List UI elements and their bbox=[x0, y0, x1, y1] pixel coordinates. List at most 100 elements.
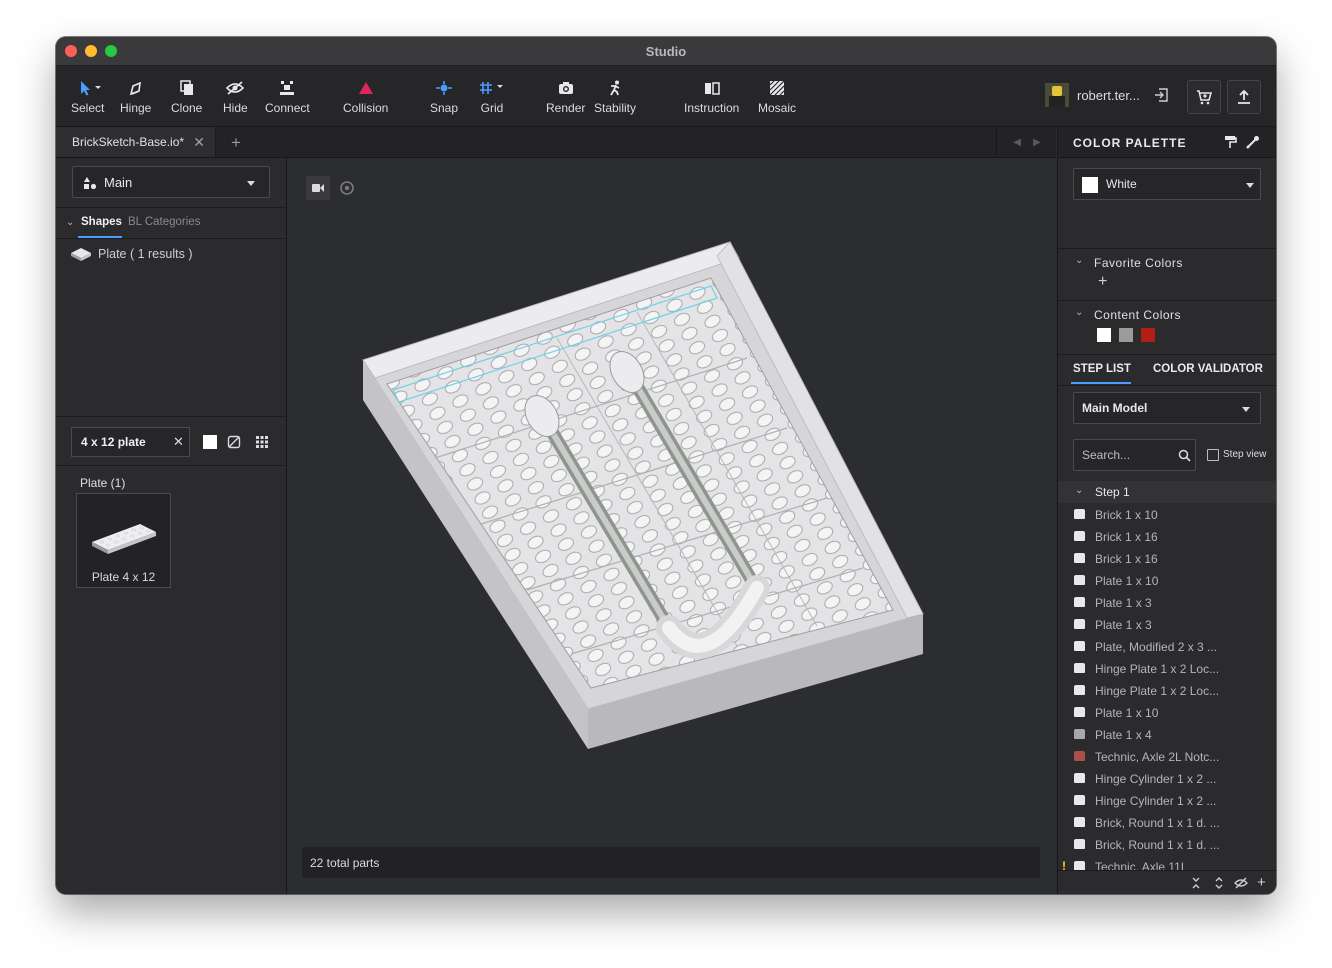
tab-step-list[interactable]: STEP LIST bbox=[1073, 363, 1131, 375]
color-palette-header: COLOR PALETTE bbox=[1058, 127, 1276, 158]
step-1-header[interactable]: ⌄ Step 1 bbox=[1058, 481, 1276, 503]
cart-button[interactable] bbox=[1187, 80, 1221, 114]
step-model-dropdown[interactable]: Main Model bbox=[1073, 392, 1261, 424]
step-part-item[interactable]: Plate 1 x 3 bbox=[1058, 592, 1276, 614]
brick-icon bbox=[1074, 509, 1085, 519]
chevron-down-icon[interactable]: ⌄ bbox=[66, 217, 74, 228]
logout-icon[interactable] bbox=[1154, 88, 1168, 102]
user-account[interactable]: robert.ter... bbox=[1045, 83, 1168, 107]
content-colors-section: ⌄ Content Colors bbox=[1058, 300, 1276, 353]
chevron-down-icon[interactable]: ⌄ bbox=[1075, 307, 1083, 318]
content-color-swatch[interactable] bbox=[1141, 328, 1155, 342]
mosaic-icon bbox=[769, 80, 785, 96]
step-part-item[interactable]: Hinge Plate 1 x 2 Loc... bbox=[1058, 680, 1276, 702]
eyedropper-icon[interactable] bbox=[1246, 135, 1260, 149]
stability-tool-button[interactable]: Stability bbox=[594, 80, 636, 115]
studio-window: Studio Select Hinge Clone Hide Connect C… bbox=[56, 37, 1276, 894]
tab-scroll-right-icon[interactable]: ▶ bbox=[1033, 137, 1041, 148]
chevron-down-icon bbox=[1242, 407, 1250, 412]
hinge-tool-button[interactable]: Hinge bbox=[120, 80, 151, 115]
user-name: robert.ter... bbox=[1077, 87, 1140, 103]
hide-tool-label: Hide bbox=[223, 101, 248, 115]
step-part-item[interactable]: Hinge Plate 1 x 2 Loc... bbox=[1058, 658, 1276, 680]
brick-model-render[interactable] bbox=[287, 158, 1056, 894]
brick-icon bbox=[1074, 795, 1085, 805]
step-part-item[interactable]: Plate 1 x 10 bbox=[1058, 702, 1276, 724]
step-part-item[interactable]: Brick, Round 1 x 1 d. ... bbox=[1058, 834, 1276, 856]
tab-color-validator[interactable]: COLOR VALIDATOR bbox=[1153, 363, 1263, 375]
3d-viewport[interactable]: 22 total parts bbox=[287, 158, 1056, 894]
result-group-plate[interactable]: Plate ( 1 results ) bbox=[70, 247, 192, 261]
tab-bl-categories[interactable]: BL Categories bbox=[128, 216, 200, 228]
brick-icon bbox=[1074, 553, 1085, 563]
grid-tool-button[interactable]: Grid bbox=[478, 80, 506, 115]
main-toolbar: Select Hinge Clone Hide Connect Collisio… bbox=[56, 66, 1276, 127]
new-tab-button[interactable]: + bbox=[231, 133, 241, 153]
model-dropdown[interactable]: Main bbox=[72, 166, 270, 198]
mosaic-tool-button[interactable]: Mosaic bbox=[758, 80, 796, 115]
collision-tool-button[interactable]: Collision bbox=[343, 80, 388, 115]
color-dropdown-value: White bbox=[1106, 177, 1137, 191]
camera-icon bbox=[558, 82, 573, 94]
clear-search-icon[interactable]: ✕ bbox=[173, 434, 184, 450]
shapes-icon bbox=[84, 177, 97, 190]
step-part-name: Brick, Round 1 x 1 d. ... bbox=[1095, 816, 1220, 830]
step-part-item[interactable]: Brick 1 x 16 bbox=[1058, 526, 1276, 548]
step-part-item[interactable]: Plate 1 x 3 bbox=[1058, 614, 1276, 636]
render-tool-label: Render bbox=[546, 101, 586, 115]
total-parts-label: 22 total parts bbox=[310, 855, 380, 870]
close-tab-icon[interactable]: ✕ bbox=[193, 134, 205, 151]
select-tool-button[interactable]: Select bbox=[71, 80, 104, 115]
instruction-tool-button[interactable]: Instruction bbox=[684, 80, 739, 115]
render-tool-button[interactable]: Render bbox=[546, 80, 585, 115]
hide-tool-button[interactable]: Hide bbox=[223, 80, 248, 115]
title-bar: Studio bbox=[56, 37, 1276, 66]
expand-all-icon[interactable] bbox=[1214, 877, 1224, 889]
step-part-item[interactable]: Brick 1 x 16 bbox=[1058, 548, 1276, 570]
search-icon bbox=[1178, 449, 1191, 462]
grid-view-icon[interactable] bbox=[255, 435, 269, 449]
step-part-item[interactable]: Brick 1 x 10 bbox=[1058, 504, 1276, 526]
snap-tool-button[interactable]: Snap bbox=[430, 80, 458, 115]
tab-shapes[interactable]: Shapes bbox=[81, 216, 122, 228]
chevron-down-icon[interactable]: ⌄ bbox=[1075, 255, 1083, 266]
paint-roller-icon[interactable] bbox=[1223, 135, 1237, 149]
brick-icon bbox=[1074, 575, 1085, 585]
step-view-label: Step view bbox=[1223, 449, 1267, 460]
step-search-placeholder: Search... bbox=[1082, 448, 1131, 462]
step-part-item[interactable]: Technic, Axle 2L Notc... bbox=[1058, 746, 1276, 768]
step-part-item[interactable]: ! Technic, Axle 11L bbox=[1058, 856, 1276, 870]
step-part-item[interactable]: Plate, Modified 2 x 3 ... bbox=[1058, 636, 1276, 658]
step-1-title: Step 1 bbox=[1095, 485, 1130, 499]
tab-scroll-left-icon[interactable]: ◀ bbox=[1013, 137, 1021, 148]
connect-tool-button[interactable]: Connect bbox=[265, 80, 310, 115]
model-dropdown-value: Main bbox=[104, 174, 133, 190]
color-dropdown[interactable]: White bbox=[1073, 168, 1261, 200]
color-filter-swatch[interactable] bbox=[203, 435, 217, 449]
collapse-all-icon[interactable] bbox=[1191, 877, 1201, 889]
tab-scroll-arrows: ◀ ▶ bbox=[996, 127, 1057, 157]
chevron-down-icon bbox=[1246, 183, 1254, 188]
step-part-item[interactable]: Plate 1 x 4 bbox=[1058, 724, 1276, 746]
step-part-item[interactable]: Brick, Round 1 x 1 d. ... bbox=[1058, 812, 1276, 834]
step-part-item[interactable]: Hinge Cylinder 1 x 2 ... bbox=[1058, 768, 1276, 790]
hide-eye-icon bbox=[226, 81, 245, 95]
clone-tool-button[interactable]: Clone bbox=[171, 80, 202, 115]
hide-eye-icon[interactable] bbox=[1234, 877, 1248, 889]
part-thumbnail-plate-4x12[interactable]: Plate 4 x 12 bbox=[76, 493, 171, 588]
no-color-filter-icon[interactable] bbox=[227, 435, 241, 449]
step-view-checkbox[interactable] bbox=[1207, 449, 1219, 461]
hinge-tool-label: Hinge bbox=[120, 101, 152, 115]
content-color-swatch[interactable] bbox=[1119, 328, 1133, 342]
snap-tool-label: Snap bbox=[430, 101, 459, 115]
add-step-button[interactable]: + bbox=[1257, 874, 1266, 891]
step-search-input[interactable]: Search... bbox=[1073, 439, 1196, 471]
upload-icon bbox=[1238, 89, 1250, 104]
step-part-item[interactable]: Plate 1 x 10 bbox=[1058, 570, 1276, 592]
upload-button[interactable] bbox=[1227, 80, 1261, 114]
tab-document[interactable]: BrickSketch-Base.io* ✕ bbox=[56, 127, 216, 157]
content-color-swatch[interactable] bbox=[1097, 328, 1111, 342]
add-favorite-color-button[interactable]: + bbox=[1098, 273, 1107, 291]
brick-icon bbox=[1074, 839, 1085, 849]
step-part-item[interactable]: Hinge Cylinder 1 x 2 ... bbox=[1058, 790, 1276, 812]
